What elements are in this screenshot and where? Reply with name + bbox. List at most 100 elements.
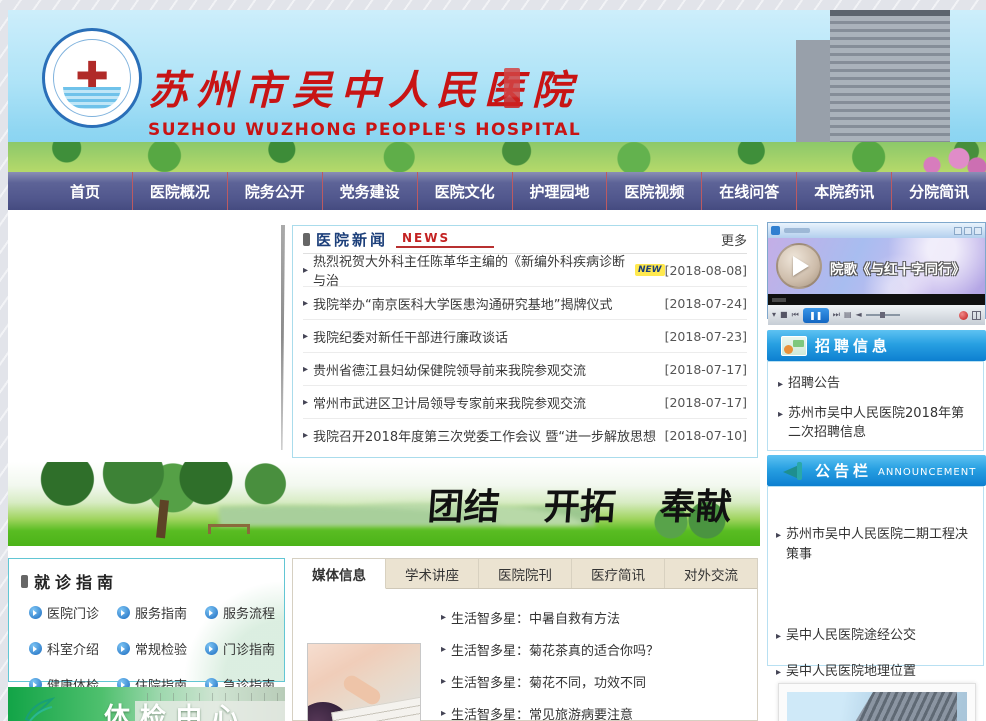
next-icon[interactable]: ⏭: [833, 311, 840, 319]
media-list: ▸生活智多星：中暑自救有方法 ▸生活智多星：菊花茶真的适合你吗？ ▸生活智多星：…: [441, 589, 757, 721]
close-icon[interactable]: [974, 227, 982, 235]
announcement-item-text: 苏州市吴中人民医院二期工程决策事: [786, 525, 975, 564]
guide-link-service-flow[interactable]: 服务流程: [205, 603, 293, 622]
arrow-icon: ▸: [776, 528, 781, 564]
guide-link-departments[interactable]: 科室介绍: [29, 639, 117, 658]
guide-link-lab-tests[interactable]: 常规检验: [117, 639, 205, 658]
news-item-text: 热烈祝贺大外科主任陈革华主编的《新编外科疾病诊断与治: [313, 251, 630, 289]
minimize-icon[interactable]: [954, 227, 962, 235]
recruit-item-text: 招聘公告: [788, 374, 840, 394]
player-status-text: [772, 298, 786, 302]
visit-guide-panel: 就诊指南 医院门诊 服务指南 服务流程 科室介绍 常规检验 门诊指南 健康体检 …: [8, 558, 285, 682]
hospital-intro-panel[interactable]: 医院简介: [778, 683, 976, 721]
recruit-item-text: 苏州市吴中人民医院2018年第二次招聘信息: [788, 404, 973, 443]
news-item-date: [2018-08-08]: [665, 263, 747, 278]
previous-icon[interactable]: ⏮: [792, 311, 799, 319]
news-item[interactable]: ▸ 常州市武进区卫计局领导专家前来我院参观交流 [2018-07-17]: [303, 386, 747, 419]
media-item-text: 生活智多星：菊花茶真的适合你吗？: [451, 640, 659, 659]
nav-item-branch[interactable]: 分院简讯: [892, 172, 986, 210]
news-title: 医院新闻: [316, 229, 388, 250]
nav-item-party[interactable]: 党务建设: [323, 172, 418, 210]
hospital-logo: ✚: [42, 28, 142, 128]
tab-journal[interactable]: 医院院刊: [479, 559, 572, 588]
media-item[interactable]: ▸生活智多星：常见旅游病要注意: [441, 697, 757, 721]
bullet-icon: [21, 575, 28, 588]
play-button[interactable]: [776, 243, 822, 289]
arrow-icon: ▸: [441, 644, 446, 655]
player-status-bar: [768, 294, 985, 305]
news-item[interactable]: ▸ 热烈祝贺大外科主任陈革华主编的《新编外科疾病诊断与治 NEW [2018-0…: [303, 254, 747, 287]
nav-item-home[interactable]: 首页: [38, 172, 133, 210]
hospital-name-en: SUZHOU WUZHONG PEOPLE'S HOSPITAL: [148, 120, 581, 140]
news-item-text: 贵州省德江县妇幼保健院领导前来我院参观交流: [313, 360, 586, 379]
checkup-center-banner[interactable]: 体检中心: [8, 687, 285, 721]
player-title-text: [784, 228, 810, 233]
page-container: ✚ 苏州市吴中人民医院 SUZHOU WUZHONG PEOPLE'S HOSP…: [8, 10, 986, 721]
announcement-header: 公告栏 ANNOUNCEMENT: [767, 455, 986, 486]
circle-arrow-icon: [205, 642, 218, 655]
video-player: 院歌《与红十字同行》 ▾ ■ ⏮ ❚❚ ⏭ ▤ ◄: [767, 222, 986, 319]
leaf-swirl-icon: [22, 695, 56, 721]
news-item-text: 我院纪委对新任干部进行廉政谈话: [313, 327, 508, 346]
tab-exchange[interactable]: 对外交流: [665, 559, 757, 588]
calligraphy-seal: [504, 68, 520, 108]
announcement-item-text: 吴中人民医院途经公交: [786, 626, 916, 646]
guide-link-outpatient[interactable]: 医院门诊: [29, 603, 117, 622]
announcement-item[interactable]: ▸ 吴中人民医院途经公交: [776, 626, 975, 646]
media-item-text: 生活智多星：常见旅游病要注意: [451, 704, 633, 721]
tab-media-info[interactable]: 媒体信息: [293, 559, 386, 589]
news-item[interactable]: ▸ 我院举办“南京医科大学医患沟通研究基地”揭牌仪式 [2018-07-24]: [303, 287, 747, 320]
arrow-icon: ▸: [303, 364, 308, 375]
record-icon[interactable]: [959, 311, 968, 320]
guide-grid: 医院门诊 服务指南 服务流程 科室介绍 常规检验 门诊指南 健康体检 住院指南 …: [29, 603, 284, 694]
guide-link-label: 服务流程: [223, 603, 275, 622]
media-item[interactable]: ▸ 生活智多星：菊花茶真的适合你吗？: [441, 633, 757, 665]
arrow-icon: ▸: [441, 676, 446, 687]
recruit-item[interactable]: ▸ 招聘公告: [778, 374, 973, 394]
tab-lectures[interactable]: 学术讲座: [386, 559, 479, 588]
recruit-item[interactable]: ▸ 苏州市吴中人民医院2018年第二次招聘信息: [778, 404, 973, 443]
dropdown-icon[interactable]: ▾: [772, 311, 776, 319]
slogan-word: 奉献: [658, 478, 734, 530]
nav-item-qa[interactable]: 在线问答: [702, 172, 797, 210]
news-more-link[interactable]: 更多: [721, 230, 747, 249]
stop-icon[interactable]: ■: [780, 311, 788, 319]
nav-item-video[interactable]: 医院视频: [607, 172, 702, 210]
nav-spacer: [8, 172, 38, 210]
recruit-icon: [781, 336, 807, 356]
nav-item-overview[interactable]: 医院概况: [133, 172, 228, 210]
playlist-icon[interactable]: ▤: [844, 311, 852, 319]
tab-briefs[interactable]: 医疗简讯: [572, 559, 665, 588]
recruit-panel: ▸ 招聘公告 ▸ 苏州市吴中人民医院2018年第二次招聘信息: [767, 361, 984, 451]
news-header: 医院新闻 NEWS 更多: [303, 226, 747, 254]
nav-item-culture[interactable]: 医院文化: [418, 172, 513, 210]
guide-header: 就诊指南: [21, 569, 284, 593]
media-item[interactable]: ▸生活智多星：中暑自救有方法: [441, 601, 757, 633]
bench-illustration: [208, 524, 250, 534]
pause-button[interactable]: ❚❚: [803, 308, 829, 323]
arrow-icon: ▸: [303, 298, 308, 309]
slider-shadow: [281, 225, 285, 450]
guide-link-outpatient-guide[interactable]: 门诊指南: [205, 639, 293, 658]
news-item[interactable]: ▸ 我院纪委对新任干部进行廉政谈话 [2018-07-23]: [303, 320, 747, 353]
guide-link-label: 门诊指南: [223, 639, 275, 658]
new-badge: NEW: [635, 264, 665, 276]
nav-item-nursing[interactable]: 护理园地: [513, 172, 608, 210]
settings-grid-icon[interactable]: [972, 311, 981, 320]
volume-icon[interactable]: ◄: [856, 311, 862, 319]
news-item[interactable]: ▸ 贵州省德江县妇幼保健院领导前来我院参观交流 [2018-07-17]: [303, 353, 747, 386]
nav-item-pharmacy[interactable]: 本院药讯: [797, 172, 892, 210]
announcement-item-text: 吴中人民医院地理位置: [786, 662, 916, 682]
announcement-item[interactable]: ▸ 苏州市吴中人民医院二期工程决策事: [776, 525, 975, 564]
circle-arrow-icon: [117, 606, 130, 619]
guide-link-service-guide[interactable]: 服务指南: [117, 603, 205, 622]
megaphone-icon: [781, 461, 807, 481]
volume-slider[interactable]: [866, 314, 900, 316]
maximize-icon[interactable]: [964, 227, 972, 235]
circle-arrow-icon: [29, 606, 42, 619]
news-item[interactable]: ▸ 我院召开2018年度第三次党委工作会议 暨“进一步解放思想 [2018-07…: [303, 419, 747, 452]
announcement-item[interactable]: ▸ 吴中人民医院地理位置: [776, 662, 975, 682]
header-trees: [8, 142, 986, 172]
nav-item-affairs[interactable]: 院务公开: [228, 172, 323, 210]
media-item[interactable]: ▸生活智多星：菊花不同，功效不同: [441, 665, 757, 697]
